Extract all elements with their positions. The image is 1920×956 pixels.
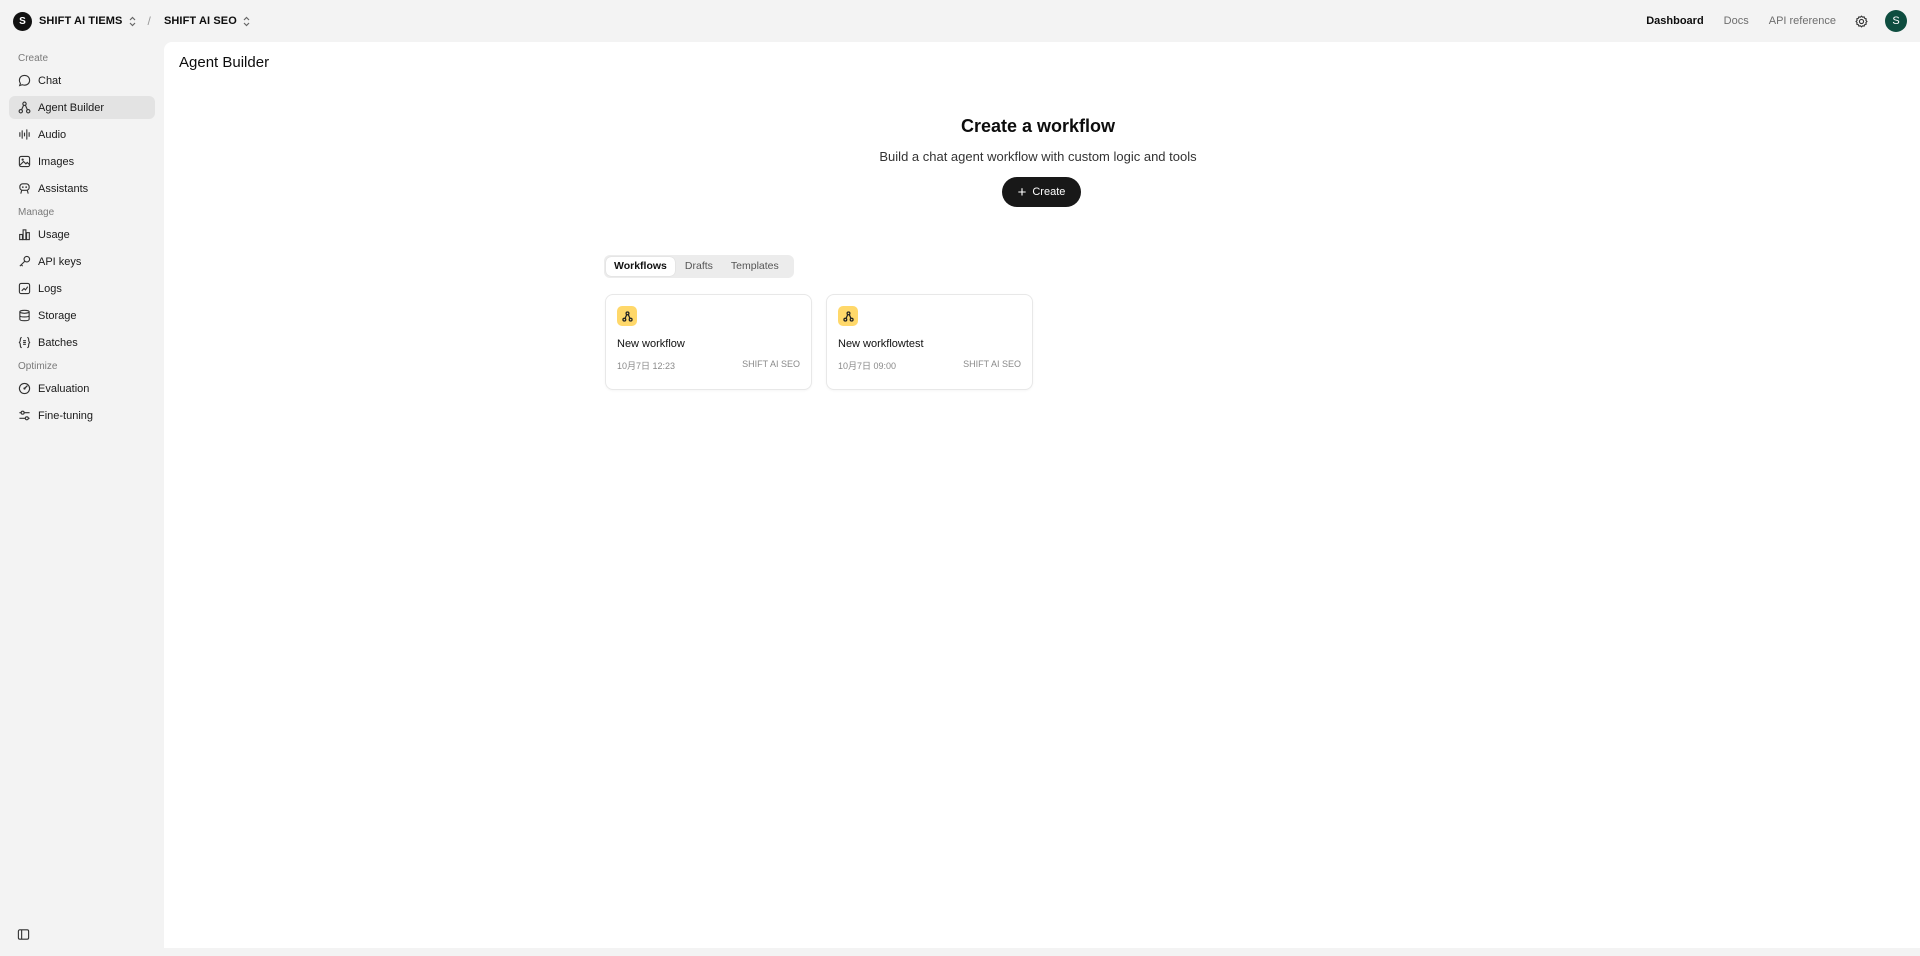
nav-dashboard[interactable]: Dashboard (1646, 15, 1703, 27)
top-nav: Dashboard Docs API reference S (1626, 10, 1907, 32)
section-label-create: Create (18, 53, 49, 64)
breadcrumb-separator: / (147, 14, 151, 28)
org-switcher[interactable]: SHIFT AI TIEMS (39, 15, 123, 27)
robot-icon (18, 182, 31, 195)
sidebar-item-label: Images (38, 155, 75, 168)
workflow-card-meta: 10月7日 12:23 SHIFT AI SEO (617, 359, 800, 372)
sidebar-item-label: Storage (38, 309, 77, 322)
nav-docs[interactable]: Docs (1724, 15, 1749, 27)
chevron-updown-icon[interactable] (128, 16, 137, 27)
sidebar-item-api-keys[interactable]: API keys (9, 250, 155, 273)
project-switcher[interactable]: SHIFT AI SEO (164, 15, 237, 27)
sidebar-item-assistants[interactable]: Assistants (9, 177, 155, 200)
gear-icon[interactable] (1854, 14, 1869, 29)
page-title: Agent Builder (179, 54, 270, 71)
chat-bubble-icon (18, 74, 31, 87)
sidebar-toggle-icon[interactable] (17, 928, 30, 941)
org-avatar[interactable]: S (13, 11, 32, 31)
sidebar: Create Chat Agent Builder Audio Images A… (0, 42, 164, 956)
nav-api-reference[interactable]: API reference (1769, 15, 1836, 27)
tab-workflows[interactable]: Workflows (606, 257, 675, 276)
workflow-card[interactable]: New workflowtest 10月7日 09:00 SHIFT AI SE… (826, 294, 1033, 390)
sidebar-item-label: Logs (38, 282, 62, 295)
sidebar-item-images[interactable]: Images (9, 150, 155, 173)
breadcrumb: S SHIFT AI TIEMS / SHIFT AI SEO (13, 11, 251, 31)
bar-chart-icon (18, 228, 31, 241)
sidebar-item-audio[interactable]: Audio (9, 123, 155, 146)
workflow-tabs: Workflows Drafts Templates (604, 255, 794, 278)
workflow-card-date: 10月7日 09:00 (838, 361, 897, 371)
sidebar-item-label: Evaluation (38, 382, 90, 395)
sidebar-item-label: Assistants (38, 182, 89, 195)
sidebar-item-fine-tuning[interactable]: Fine-tuning (9, 404, 155, 427)
sidebar-item-label: Chat (38, 74, 62, 87)
batches-icon (18, 336, 31, 349)
sidebar-item-label: API keys (38, 255, 82, 268)
sidebar-item-chat[interactable]: Chat (9, 69, 155, 92)
hero-title: Create a workflow (960, 116, 1116, 136)
workflow-card-meta: 10月7日 09:00 SHIFT AI SEO (838, 359, 1021, 372)
workflow-card-title: New workflowtest (838, 338, 924, 350)
logs-icon (18, 282, 31, 295)
workflow-nodes-icon (18, 101, 31, 114)
gauge-icon (18, 382, 31, 395)
workflow-card-project: SHIFT AI SEO (742, 359, 800, 369)
top-bar: S SHIFT AI TIEMS / SHIFT AI SEO Dashboar… (0, 0, 1920, 42)
plus-icon: + (1017, 183, 1027, 201)
sidebar-item-label: Batches (38, 336, 78, 349)
workflow-nodes-icon (617, 306, 637, 326)
sidebar-item-usage[interactable]: Usage (9, 223, 155, 246)
create-workflow-hero: Create a workflow Build a chat agent wor… (164, 116, 1920, 164)
sidebar-item-label: Fine-tuning (38, 409, 94, 422)
create-workflow-button[interactable]: + Create (1002, 177, 1081, 207)
create-button-label: Create (1032, 186, 1066, 198)
workflow-card-project: SHIFT AI SEO (963, 359, 1021, 369)
chevron-updown-icon[interactable] (242, 16, 251, 27)
image-icon (18, 155, 31, 168)
sidebar-item-evaluation[interactable]: Evaluation (9, 377, 155, 400)
tab-templates[interactable]: Templates (723, 257, 787, 276)
sliders-icon (18, 409, 31, 422)
user-avatar[interactable]: S (1885, 10, 1907, 32)
sidebar-item-logs[interactable]: Logs (9, 277, 155, 300)
workflow-card-date: 10月7日 12:23 (617, 361, 676, 371)
tab-drafts[interactable]: Drafts (677, 257, 721, 276)
sidebar-item-storage[interactable]: Storage (9, 304, 155, 327)
hero-subtitle: Build a chat agent workflow with custom … (879, 149, 1197, 164)
workflow-nodes-icon (838, 306, 858, 326)
main-panel: Agent Builder Create a workflow Build a … (164, 42, 1920, 948)
audio-waveform-icon (18, 128, 31, 141)
workflow-card-title: New workflow (617, 338, 685, 350)
workflow-card[interactable]: New workflow 10月7日 12:23 SHIFT AI SEO (605, 294, 812, 390)
sidebar-item-batches[interactable]: Batches (9, 331, 155, 354)
section-label-manage: Manage (18, 207, 55, 218)
sidebar-item-label: Agent Builder (38, 101, 105, 114)
sidebar-item-label: Usage (38, 228, 70, 241)
key-icon (18, 255, 31, 268)
sidebar-item-label: Audio (38, 128, 67, 141)
section-label-optimize: Optimize (18, 361, 58, 372)
sidebar-item-agent-builder[interactable]: Agent Builder (9, 96, 155, 119)
database-icon (18, 309, 31, 322)
